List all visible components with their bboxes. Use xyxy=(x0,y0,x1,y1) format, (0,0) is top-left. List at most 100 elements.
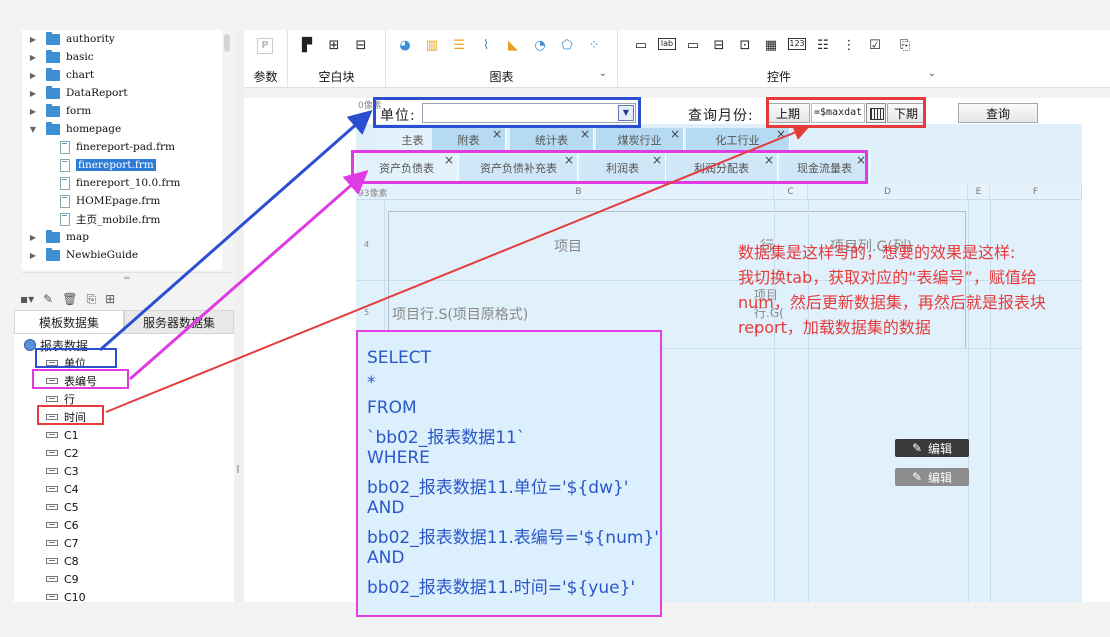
tab-server-dataset[interactable]: 服务器数据集 xyxy=(124,310,234,334)
pie-chart-icon[interactable]: ◕ xyxy=(396,38,414,54)
hbar-chart-icon[interactable]: ☰ xyxy=(450,38,468,54)
preview-icon[interactable]: ⎘ xyxy=(86,292,96,307)
scatter-chart-icon[interactable]: ⁘ xyxy=(585,38,603,54)
tree-file-item[interactable]: 主页_mobile.frm xyxy=(60,210,160,228)
tab-level2[interactable]: 资产负债表 × xyxy=(356,153,458,182)
dataset-field[interactable]: C2 xyxy=(46,444,79,462)
column-header[interactable]: B xyxy=(384,184,774,200)
dataset-field[interactable]: C3 xyxy=(46,462,79,480)
query-button[interactable]: 查询 xyxy=(958,103,1038,123)
column-header[interactable]: F xyxy=(990,184,1082,200)
absolute-block-icon[interactable]: ⊞ xyxy=(325,38,343,54)
dataset-field[interactable]: C7 xyxy=(46,534,79,552)
edit-button-2[interactable]: ✎ 编辑 xyxy=(895,468,969,486)
tree-folder-item[interactable]: ▶ chart xyxy=(28,66,94,84)
dataset-field[interactable]: C5 xyxy=(46,498,79,516)
month-date-field[interactable]: =$maxdat xyxy=(811,103,865,123)
close-icon[interactable]: × xyxy=(764,153,774,167)
dataset-field[interactable]: C9 xyxy=(46,570,79,588)
bar-chart-icon[interactable]: ▥ xyxy=(423,38,441,54)
dropdown-arrow-icon[interactable]: ▼ xyxy=(618,105,634,121)
cell-item[interactable]: 项目 xyxy=(554,236,582,256)
close-icon[interactable]: × xyxy=(444,153,454,167)
column-header[interactable]: C xyxy=(774,184,808,200)
dataset-field[interactable]: 行 xyxy=(46,390,75,408)
add-dataset-icon[interactable]: ▪▾ xyxy=(20,292,34,306)
widget-expand-chevron-down-icon[interactable]: ⌄ xyxy=(928,68,936,79)
tab-level2[interactable]: 资产负债补充表 × xyxy=(460,153,578,182)
chevron-right-icon[interactable]: ▶ xyxy=(28,251,38,260)
server-dataset-icon[interactable]: ⊞ xyxy=(105,292,115,306)
chevron-down-icon[interactable]: ▼ xyxy=(28,125,38,134)
panel-divider[interactable]: ═ xyxy=(22,272,232,286)
tree-widget-icon[interactable]: ⊡ xyxy=(736,38,754,54)
textarea-widget-icon[interactable]: ☷ xyxy=(814,38,832,54)
dataset-field[interactable]: 时间 xyxy=(46,408,86,426)
tab-level1[interactable]: 统计表 × xyxy=(510,127,594,152)
tree-file-item[interactable]: HOMEpage.frm xyxy=(60,192,160,210)
chevron-right-icon[interactable]: ▶ xyxy=(28,53,38,62)
calendar-icon[interactable] xyxy=(866,103,886,123)
unit-combobox[interactable]: ▼ xyxy=(422,103,636,123)
radar-chart-icon[interactable]: ⬠ xyxy=(558,38,576,54)
dataset-field[interactable]: C8 xyxy=(46,552,79,570)
label-widget-icon[interactable]: ▭ xyxy=(632,38,650,54)
next-period-button[interactable]: 下期 xyxy=(887,103,925,123)
tree-file-item[interactable]: finereport.frm xyxy=(60,156,156,174)
tree-file-item[interactable]: finereport-pad.frm xyxy=(60,138,175,156)
gauge-chart-icon[interactable]: ◔ xyxy=(531,38,549,54)
dataset-field[interactable]: C6 xyxy=(46,516,79,534)
report-block-icon[interactable]: ▛ xyxy=(298,38,316,54)
number-widget-icon[interactable]: 123 xyxy=(788,38,806,50)
tab-block-icon[interactable]: ⊟ xyxy=(352,38,370,54)
cell-origin[interactable]: 项目行.S(项目原格式) xyxy=(392,304,528,324)
close-icon[interactable]: × xyxy=(652,153,662,167)
dataset-field[interactable]: 表编号 xyxy=(46,372,97,390)
tab-level2[interactable]: 利润表 × xyxy=(580,153,666,182)
tab-level1[interactable]: 煤炭行业 × xyxy=(596,127,684,152)
query-button-widget-icon[interactable]: ⎘ xyxy=(896,38,914,54)
column-header[interactable]: E xyxy=(968,184,990,200)
combobox-widget-icon[interactable]: ⊟ xyxy=(710,38,728,54)
tree-folder-item[interactable]: ▶ NewbieGuide xyxy=(28,246,138,264)
dataset-field[interactable]: C10 xyxy=(46,588,86,602)
chevron-right-icon[interactable]: ▶ xyxy=(28,35,38,44)
close-icon[interactable]: × xyxy=(856,153,866,167)
radio-group-widget-icon[interactable]: ⋮ xyxy=(840,38,858,54)
chart-expand-chevron-down-icon[interactable]: ⌄ xyxy=(599,68,607,79)
close-icon[interactable]: × xyxy=(776,127,786,141)
split-handle[interactable]: ‖ xyxy=(234,30,244,602)
chevron-right-icon[interactable]: ▶ xyxy=(28,107,38,116)
tree-folder-item[interactable]: ▶ map xyxy=(28,228,89,246)
area-chart-icon[interactable]: ◣ xyxy=(504,38,522,54)
tree-folder-item[interactable]: ▶ DataReport xyxy=(28,84,128,102)
tree-file-item[interactable]: finereport_10.0.frm xyxy=(60,174,180,192)
tab-template-dataset[interactable]: 模板数据集 xyxy=(14,310,124,334)
date-widget-icon[interactable]: ▦ xyxy=(762,38,780,54)
checkbox-group-widget-icon[interactable]: ☑ xyxy=(866,38,884,54)
tab-level2[interactable]: 利润分配表 × xyxy=(666,153,778,182)
close-icon[interactable]: × xyxy=(580,127,590,141)
button-widget-icon[interactable]: lab xyxy=(658,38,676,50)
dataset-field[interactable]: C4 xyxy=(46,480,79,498)
tab-level2[interactable]: 现金流量表 × xyxy=(780,153,870,182)
tree-folder-item[interactable]: ▶ basic xyxy=(28,48,94,66)
prev-period-button[interactable]: 上期 xyxy=(766,103,810,123)
delete-icon[interactable]: 🗑 xyxy=(62,292,77,306)
dataset-field[interactable]: C1 xyxy=(46,426,79,444)
column-header[interactable]: D xyxy=(808,184,968,200)
dataset-root[interactable]: 报表数据 xyxy=(24,336,88,354)
tree-scroll-thumb[interactable] xyxy=(224,34,230,52)
tab-level1[interactable]: 化工行业 × xyxy=(686,127,790,152)
close-icon[interactable]: × xyxy=(670,127,680,141)
close-icon[interactable]: × xyxy=(492,127,502,141)
tab-level1[interactable]: 附表 × xyxy=(432,127,506,152)
textfield-widget-icon[interactable]: ▭ xyxy=(684,38,702,54)
param-icon[interactable]: P xyxy=(257,38,273,54)
chevron-right-icon[interactable]: ▶ xyxy=(28,71,38,80)
chevron-right-icon[interactable]: ▶ xyxy=(28,233,38,242)
line-chart-icon[interactable]: ⌇ xyxy=(477,38,495,54)
edit-icon[interactable]: ✎ xyxy=(43,292,53,306)
chevron-right-icon[interactable]: ▶ xyxy=(28,89,38,98)
tree-folder-item[interactable]: ▼ homepage xyxy=(28,120,121,138)
